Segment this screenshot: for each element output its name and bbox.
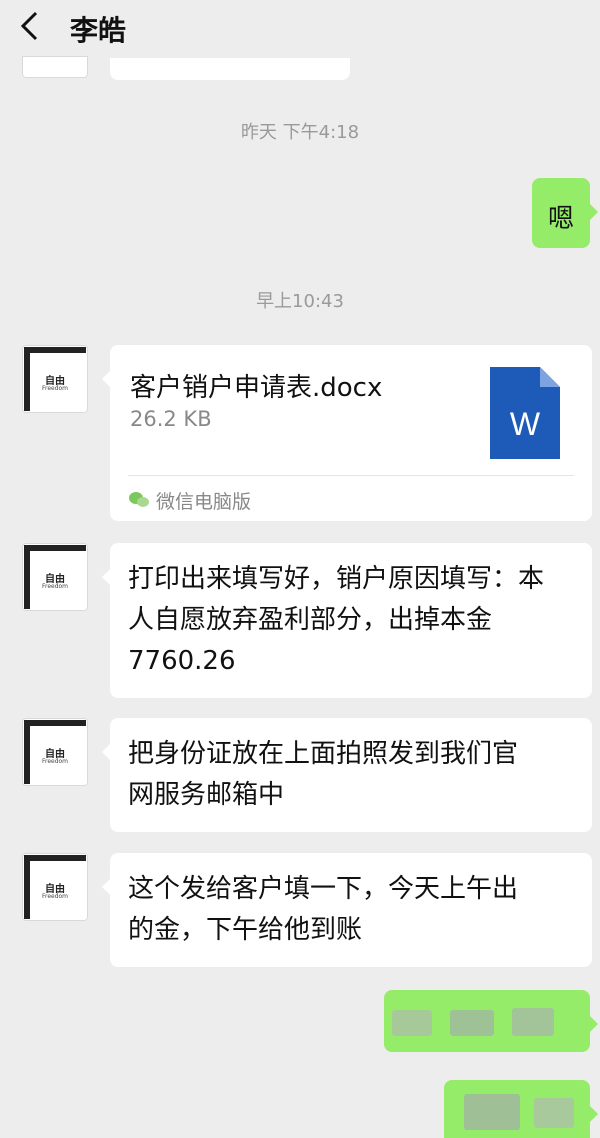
- file-size: 26.2 KB: [130, 407, 212, 431]
- message-text-line: 这个发给客户填一下，今天上午出: [128, 874, 519, 904]
- redacted-text: [392, 1010, 432, 1036]
- message-bubble-other[interactable]: 把身份证放在上面拍照发到我们官 网服务邮箱中: [102, 718, 592, 832]
- chevron-left-icon: [20, 11, 38, 41]
- avatar-logo-subtext: Freedom: [41, 893, 69, 900]
- timestamp: 昨天 下午4:18: [240, 122, 360, 143]
- avatar[interactable]: 自由 Freedom: [22, 345, 88, 413]
- message-bubble-self-blurred[interactable]: [444, 1080, 598, 1138]
- svg-text:W: W: [510, 406, 541, 442]
- message-bubble-other[interactable]: 这个发给客户填一下，今天上午出 的金，下午给他到账: [102, 853, 592, 967]
- file-source-label: 微信电脑版: [156, 491, 252, 513]
- redacted-text: [450, 1010, 494, 1036]
- redacted-text: [534, 1098, 574, 1128]
- avatar[interactable]: [22, 56, 88, 78]
- divider: [128, 475, 574, 476]
- message-text-line: 的金，下午给他到账: [128, 915, 363, 945]
- avatar-logo-subtext: Freedom: [41, 385, 69, 392]
- file-name: 客户销户申请表.docx: [130, 373, 383, 403]
- avatar[interactable]: 自由 Freedom: [22, 543, 88, 611]
- redacted-text: [464, 1094, 520, 1130]
- message-text-line: 打印出来填写好，销户原因填写：本: [128, 564, 545, 594]
- message-text: 嗯: [548, 204, 575, 234]
- chat-header: 李皓: [0, 0, 600, 52]
- avatar-logo-subtext: Freedom: [41, 758, 69, 765]
- message-bubble-self-blurred[interactable]: [384, 990, 598, 1052]
- chat-title: 李皓: [70, 14, 127, 47]
- word-doc-icon: W: [490, 367, 560, 459]
- redacted-text: [512, 1008, 554, 1036]
- message-text-line: 网服务邮箱中: [128, 780, 285, 810]
- timestamp: 早上10:43: [256, 291, 344, 312]
- wechat-pc-icon: [129, 492, 149, 507]
- message-bubble-self[interactable]: 嗯: [532, 178, 598, 248]
- avatar-logo-subtext: Freedom: [41, 583, 69, 590]
- message-bubble-other[interactable]: 打印出来填写好，销户原因填写：本 人自愿放弃盈利部分，出掉本金 7760.26: [102, 543, 592, 698]
- message-text-line: 7760.26: [128, 646, 236, 676]
- message-bubble-partial[interactable]: [110, 58, 350, 80]
- message-text-line: 人自愿放弃盈利部分，出掉本金: [128, 605, 493, 635]
- file-message-card[interactable]: 客户销户申请表.docx 26.2 KB W 微信电脑版: [102, 345, 592, 521]
- message-text-line: 把身份证放在上面拍照发到我们官: [128, 739, 519, 769]
- avatar[interactable]: 自由 Freedom: [22, 853, 88, 921]
- back-button[interactable]: [18, 10, 58, 42]
- avatar[interactable]: 自由 Freedom: [22, 718, 88, 786]
